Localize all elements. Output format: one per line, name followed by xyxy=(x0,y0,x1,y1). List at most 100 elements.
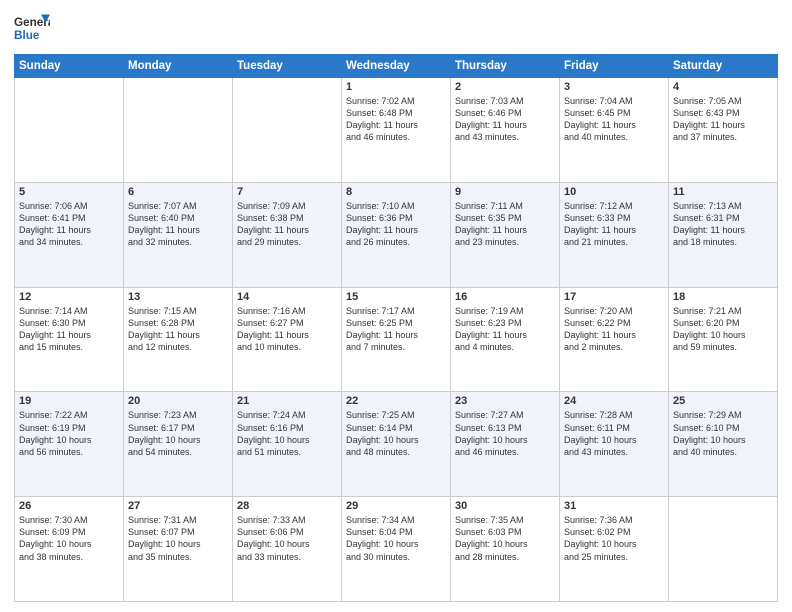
day-info: Sunrise: 7:09 AM Sunset: 6:38 PM Dayligh… xyxy=(237,200,337,249)
page: General Blue SundayMondayTuesdayWednesda… xyxy=(0,0,792,612)
day-number: 14 xyxy=(237,291,337,303)
calendar-cell: 16 Sunrise: 7:19 AM Sunset: 6:23 PM Dayli… xyxy=(451,287,560,392)
calendar-cell: 6 Sunrise: 7:07 AM Sunset: 6:40 PM Daylig… xyxy=(124,182,233,287)
day-number: 3 xyxy=(564,81,664,93)
day-number: 8 xyxy=(346,186,446,198)
calendar-cell: 18 Sunrise: 7:21 AM Sunset: 6:20 PM Dayli… xyxy=(669,287,778,392)
day-info: Sunrise: 7:16 AM Sunset: 6:27 PM Dayligh… xyxy=(237,305,337,354)
calendar-cell: 30Sunrise: 7:35 AM Sunset: 6:03 PM Dayli… xyxy=(451,497,560,602)
day-number: 12 xyxy=(19,291,119,303)
day-info: Sunrise: 7:22 AM Sunset: 6:19 PM Dayligh… xyxy=(19,409,119,458)
day-number: 26 xyxy=(19,500,119,512)
day-info: Sunrise: 7:29 AM Sunset: 6:10 PM Dayligh… xyxy=(673,409,773,458)
calendar-cell xyxy=(124,78,233,183)
svg-text:Blue: Blue xyxy=(14,29,40,42)
calendar-cell: 29Sunrise: 7:34 AM Sunset: 6:04 PM Dayli… xyxy=(342,497,451,602)
day-number: 17 xyxy=(564,291,664,303)
day-info: Sunrise: 7:02 AM Sunset: 6:48 PM Dayligh… xyxy=(346,95,446,144)
calendar-cell: 7 Sunrise: 7:09 AM Sunset: 6:38 PM Daylig… xyxy=(233,182,342,287)
calendar-cell: 28 Sunrise: 7:33 AM Sunset: 6:06 PM Dayli… xyxy=(233,497,342,602)
day-info: Sunrise: 7:05 AM Sunset: 6:43 PM Dayligh… xyxy=(673,95,773,144)
day-info: Sunrise: 7:31 AM Sunset: 6:07 PM Dayligh… xyxy=(128,514,228,563)
calendar-cell: 22 Sunrise: 7:25 AM Sunset: 6:14 PM Dayli… xyxy=(342,392,451,497)
day-info: Sunrise: 7:36 AM Sunset: 6:02 PM Dayligh… xyxy=(564,514,664,563)
day-number: 28 xyxy=(237,500,337,512)
day-number: 6 xyxy=(128,186,228,198)
day-info: Sunrise: 7:13 AM Sunset: 6:31 PM Dayligh… xyxy=(673,200,773,249)
day-number: 19 xyxy=(19,395,119,407)
day-info: Sunrise: 7:28 AM Sunset: 6:11 PM Dayligh… xyxy=(564,409,664,458)
calendar-cell: 26 Sunrise: 7:30 AM Sunset: 6:09 PM Dayli… xyxy=(15,497,124,602)
header: General Blue xyxy=(14,10,778,46)
calendar-cell: 23Sunrise: 7:27 AM Sunset: 6:13 PM Dayli… xyxy=(451,392,560,497)
day-info: Sunrise: 7:11 AM Sunset: 6:35 PM Dayligh… xyxy=(455,200,555,249)
calendar-cell: 5 Sunrise: 7:06 AM Sunset: 6:41 PM Daylig… xyxy=(15,182,124,287)
day-info: Sunrise: 7:23 AM Sunset: 6:17 PM Dayligh… xyxy=(128,409,228,458)
day-number: 18 xyxy=(673,291,773,303)
calendar-cell: 11 Sunrise: 7:13 AM Sunset: 6:31 PM Dayli… xyxy=(669,182,778,287)
day-info: Sunrise: 7:12 AM Sunset: 6:33 PM Dayligh… xyxy=(564,200,664,249)
day-info: Sunrise: 7:19 AM Sunset: 6:23 PM Dayligh… xyxy=(455,305,555,354)
day-info: Sunrise: 7:21 AM Sunset: 6:20 PM Dayligh… xyxy=(673,305,773,354)
calendar-cell: 17 Sunrise: 7:20 AM Sunset: 6:22 PM Dayli… xyxy=(560,287,669,392)
day-number: 11 xyxy=(673,186,773,198)
calendar-cell: 14 Sunrise: 7:16 AM Sunset: 6:27 PM Dayli… xyxy=(233,287,342,392)
calendar-cell: 21Sunrise: 7:24 AM Sunset: 6:16 PM Dayli… xyxy=(233,392,342,497)
weekday-header-friday: Friday xyxy=(560,55,669,78)
day-info: Sunrise: 7:33 AM Sunset: 6:06 PM Dayligh… xyxy=(237,514,337,563)
calendar-cell: 9 Sunrise: 7:11 AM Sunset: 6:35 PM Daylig… xyxy=(451,182,560,287)
calendar-cell: 27 Sunrise: 7:31 AM Sunset: 6:07 PM Dayli… xyxy=(124,497,233,602)
day-number: 27 xyxy=(128,500,228,512)
day-number: 15 xyxy=(346,291,446,303)
day-number: 9 xyxy=(455,186,555,198)
day-info: Sunrise: 7:06 AM Sunset: 6:41 PM Dayligh… xyxy=(19,200,119,249)
calendar-cell: 25 Sunrise: 7:29 AM Sunset: 6:10 PM Dayli… xyxy=(669,392,778,497)
calendar-cell: 24 Sunrise: 7:28 AM Sunset: 6:11 PM Dayli… xyxy=(560,392,669,497)
day-info: Sunrise: 7:14 AM Sunset: 6:30 PM Dayligh… xyxy=(19,305,119,354)
calendar-cell: 4Sunrise: 7:05 AM Sunset: 6:43 PM Daylig… xyxy=(669,78,778,183)
calendar-cell: 1 Sunrise: 7:02 AM Sunset: 6:48 PM Daylig… xyxy=(342,78,451,183)
day-number: 30 xyxy=(455,500,555,512)
day-number: 10 xyxy=(564,186,664,198)
day-info: Sunrise: 7:15 AM Sunset: 6:28 PM Dayligh… xyxy=(128,305,228,354)
calendar-cell xyxy=(15,78,124,183)
weekday-header-thursday: Thursday xyxy=(451,55,560,78)
calendar-cell: 19 Sunrise: 7:22 AM Sunset: 6:19 PM Dayli… xyxy=(15,392,124,497)
day-info: Sunrise: 7:20 AM Sunset: 6:22 PM Dayligh… xyxy=(564,305,664,354)
weekday-header-sunday: Sunday xyxy=(15,55,124,78)
day-number: 7 xyxy=(237,186,337,198)
day-info: Sunrise: 7:27 AM Sunset: 6:13 PM Dayligh… xyxy=(455,409,555,458)
calendar-cell: 3 Sunrise: 7:04 AM Sunset: 6:45 PM Daylig… xyxy=(560,78,669,183)
day-info: Sunrise: 7:07 AM Sunset: 6:40 PM Dayligh… xyxy=(128,200,228,249)
calendar-cell xyxy=(233,78,342,183)
weekday-header-tuesday: Tuesday xyxy=(233,55,342,78)
calendar-cell: 31Sunrise: 7:36 AM Sunset: 6:02 PM Dayli… xyxy=(560,497,669,602)
day-number: 20 xyxy=(128,395,228,407)
day-info: Sunrise: 7:03 AM Sunset: 6:46 PM Dayligh… xyxy=(455,95,555,144)
calendar-cell: 15Sunrise: 7:17 AM Sunset: 6:25 PM Dayli… xyxy=(342,287,451,392)
day-number: 25 xyxy=(673,395,773,407)
day-info: Sunrise: 7:04 AM Sunset: 6:45 PM Dayligh… xyxy=(564,95,664,144)
calendar-cell: 10 Sunrise: 7:12 AM Sunset: 6:33 PM Dayli… xyxy=(560,182,669,287)
day-info: Sunrise: 7:34 AM Sunset: 6:04 PM Dayligh… xyxy=(346,514,446,563)
day-number: 22 xyxy=(346,395,446,407)
weekday-header-wednesday: Wednesday xyxy=(342,55,451,78)
logo: General Blue xyxy=(14,10,50,46)
day-number: 2 xyxy=(455,81,555,93)
day-info: Sunrise: 7:24 AM Sunset: 6:16 PM Dayligh… xyxy=(237,409,337,458)
day-info: Sunrise: 7:25 AM Sunset: 6:14 PM Dayligh… xyxy=(346,409,446,458)
calendar-cell: 8 Sunrise: 7:10 AM Sunset: 6:36 PM Daylig… xyxy=(342,182,451,287)
calendar-cell: 12 Sunrise: 7:14 AM Sunset: 6:30 PM Dayli… xyxy=(15,287,124,392)
day-number: 24 xyxy=(564,395,664,407)
weekday-header-saturday: Saturday xyxy=(669,55,778,78)
calendar: SundayMondayTuesdayWednesdayThursdayFrid… xyxy=(14,54,778,602)
day-number: 1 xyxy=(346,81,446,93)
logo-icon: General Blue xyxy=(14,10,50,46)
day-number: 13 xyxy=(128,291,228,303)
calendar-cell: 20 Sunrise: 7:23 AM Sunset: 6:17 PM Dayli… xyxy=(124,392,233,497)
day-info: Sunrise: 7:10 AM Sunset: 6:36 PM Dayligh… xyxy=(346,200,446,249)
day-number: 5 xyxy=(19,186,119,198)
day-info: Sunrise: 7:30 AM Sunset: 6:09 PM Dayligh… xyxy=(19,514,119,563)
calendar-cell: 13 Sunrise: 7:15 AM Sunset: 6:28 PM Dayli… xyxy=(124,287,233,392)
day-number: 16 xyxy=(455,291,555,303)
